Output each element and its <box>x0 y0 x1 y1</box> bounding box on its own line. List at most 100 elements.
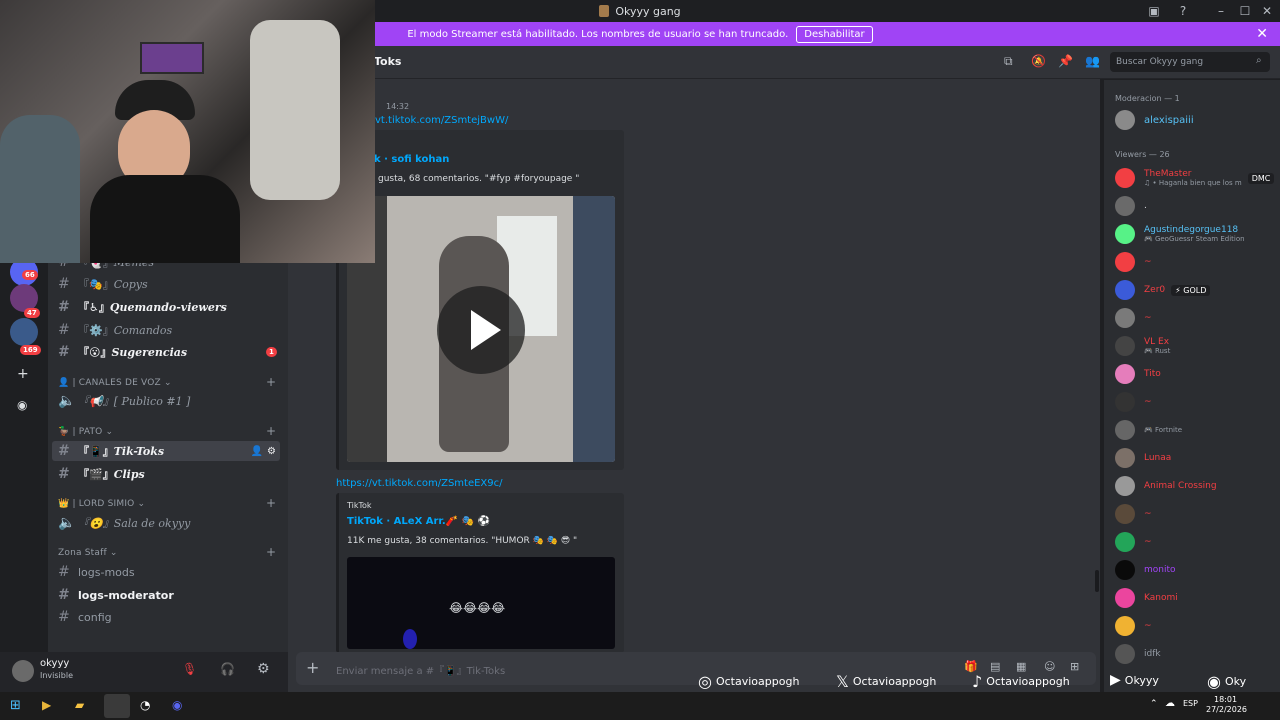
video-thumbnail[interactable] <box>347 196 615 462</box>
avatar[interactable] <box>1115 476 1135 496</box>
mute-bell-icon[interactable]: 🔕 <box>1031 54 1046 68</box>
channel-quemando-viewers[interactable]: # 『♿』 Quemando-viewers <box>58 297 227 317</box>
invite-icon[interactable]: 👤 <box>251 446 263 457</box>
minimize-button[interactable]: – <box>1212 2 1230 20</box>
file-explorer-icon[interactable]: ▰ <box>75 698 84 712</box>
member-row[interactable]: ~ <box>1115 305 1152 331</box>
help-icon[interactable]: ? <box>1174 2 1192 20</box>
clock-date[interactable]: 27/2/2026 <box>1206 705 1247 714</box>
member-row[interactable]: VL Ex 🎮 Rust <box>1115 333 1170 359</box>
gear-icon[interactable]: ⚙ <box>267 446 276 457</box>
threads-icon[interactable]: ⧉ <box>1004 54 1013 69</box>
apps-icon[interactable]: ⊞ <box>1070 660 1079 673</box>
avatar[interactable] <box>1115 196 1135 216</box>
members-list-icon[interactable]: 👥 <box>1085 54 1100 68</box>
member-row[interactable]: Tito <box>1115 361 1161 387</box>
play-button[interactable] <box>437 286 525 374</box>
tray-chevron-icon[interactable]: ⌃ <box>1150 699 1158 709</box>
avatar[interactable] <box>1115 308 1135 328</box>
channel-logs-mods[interactable]: # logs-mods <box>58 562 135 582</box>
avatar[interactable] <box>1115 336 1135 356</box>
app-icon[interactable]: ◔ <box>140 698 150 712</box>
close-banner-icon[interactable]: ✕ <box>1256 26 1268 42</box>
language-indicator[interactable]: ESP <box>1183 699 1198 708</box>
avatar[interactable] <box>12 660 34 682</box>
channel-config[interactable]: # config <box>58 607 112 627</box>
avatar[interactable] <box>1115 532 1135 552</box>
voice-channel-sala[interactable]: 🔈 『😮』Sala de okyyy <box>58 513 190 533</box>
category-voz[interactable]: 👤 | CANALES DE VOZ ⌄ <box>58 378 172 388</box>
add-channel-icon[interactable]: + <box>266 545 276 559</box>
member-row[interactable]: ~ <box>1115 249 1152 275</box>
avatar[interactable] <box>1115 644 1135 664</box>
add-channel-icon[interactable]: + <box>266 424 276 438</box>
member-row[interactable]: . <box>1115 193 1147 219</box>
maximize-button[interactable]: ☐ <box>1236 2 1254 20</box>
avatar[interactable] <box>1115 280 1135 300</box>
chrome-icon[interactable] <box>104 694 130 718</box>
embed-author[interactable]: k · sofi kohan <box>374 154 449 165</box>
avatar[interactable] <box>1115 560 1135 580</box>
settings-gear-icon[interactable]: ⚙ <box>257 661 270 677</box>
avatar[interactable] <box>1115 420 1135 440</box>
wall-painting <box>140 42 204 74</box>
network-icon[interactable]: ☁ <box>1165 698 1175 709</box>
channel-tik-toks[interactable]: # 『📱』 Tik-Toks 👤 ⚙ <box>52 441 280 461</box>
search-input[interactable]: Buscar Okyyy gang ⌕ <box>1110 52 1270 72</box>
server-icon[interactable] <box>10 318 38 346</box>
voice-channel-publico[interactable]: 🔈 『📢』[ Publico #1 ] <box>58 391 190 411</box>
discord-icon[interactable]: ◉ <box>172 698 182 712</box>
inbox-icon[interactable]: ▣ <box>1145 2 1163 20</box>
member-row[interactable]: Lunaa <box>1115 445 1171 471</box>
mic-muted-icon[interactable]: 🎙 <box>182 662 197 676</box>
member-row[interactable]: Animal Crossing <box>1115 473 1217 499</box>
embed-author[interactable]: TikTok · ALeX Arr.🧨 🎭 ⚽ <box>347 516 490 527</box>
avatar[interactable] <box>1115 588 1135 608</box>
category-staff[interactable]: Zona Staff ⌄ <box>58 548 118 558</box>
member-row[interactable]: Kanomi <box>1115 585 1178 611</box>
channel-logs-moderator[interactable]: # logs-moderator <box>58 585 174 605</box>
channel-comandos[interactable]: # 『⚙️』 Comandos <box>58 320 172 340</box>
avatar[interactable] <box>1115 252 1135 272</box>
attach-plus-icon[interactable]: + <box>306 658 319 677</box>
discover-icon[interactable]: ◉ <box>17 398 27 412</box>
member-row[interactable]: Zer0 ⚡ GOLD <box>1115 277 1211 303</box>
headphones-icon[interactable]: 🎧 <box>220 662 235 676</box>
member-name[interactable]: alexispaiii <box>1144 115 1194 126</box>
disable-streamer-button[interactable]: Deshabilitar <box>796 25 873 43</box>
avatar[interactable] <box>1115 110 1135 130</box>
avatar[interactable] <box>1115 392 1135 412</box>
close-window-button[interactable]: ✕ <box>1258 2 1276 20</box>
avatar[interactable] <box>1115 616 1135 636</box>
avatar[interactable] <box>1115 448 1135 468</box>
member-row[interactable]: 🎮 Fortnite <box>1115 417 1182 443</box>
avatar[interactable] <box>1115 168 1135 188</box>
video-thumbnail[interactable]: 😂😂😂😂 <box>347 557 615 649</box>
member-row[interactable]: ~ <box>1115 613 1152 639</box>
media-app-icon[interactable]: ▶ <box>42 698 51 712</box>
channel-clips[interactable]: # 『🎬』 Clips <box>58 464 145 484</box>
add-channel-icon[interactable]: + <box>266 496 276 510</box>
member-row[interactable]: idfk <box>1115 641 1161 667</box>
member-row[interactable]: TheMaster ♫ • Hagan​la bien que los m DMC <box>1115 165 1275 191</box>
category-pato[interactable]: 🦆 | PATO ⌄ <box>58 427 113 437</box>
add-channel-icon[interactable]: + <box>266 375 276 389</box>
scrollbar-thumb[interactable] <box>1095 570 1099 592</box>
member-row[interactable]: ~ <box>1115 529 1152 555</box>
message-link[interactable]: vt.tiktok.com/ZSmtejBwW/ <box>375 115 508 126</box>
member-row[interactable]: Agustindegorgue118 🎮 GeoGuessr Steam Edit… <box>1115 221 1245 247</box>
add-server-icon[interactable]: + <box>17 366 29 382</box>
message-link[interactable]: https://vt.tiktok.com/ZSmteEX9c/ <box>336 478 503 489</box>
clock-time[interactable]: 18:01 <box>1214 695 1237 704</box>
category-lord-simio[interactable]: 👑 | LORD SIMIO ⌄ <box>58 499 145 509</box>
member-row[interactable]: monito <box>1115 557 1176 583</box>
member-row[interactable]: ~ <box>1115 389 1152 415</box>
avatar[interactable] <box>1115 224 1135 244</box>
avatar[interactable] <box>1115 364 1135 384</box>
pin-icon[interactable]: 📌 <box>1058 54 1073 68</box>
channel-copys[interactable]: # 『🎭』 Copys <box>58 274 148 294</box>
avatar[interactable] <box>1115 504 1135 524</box>
windows-start-icon[interactable]: ⊞ <box>10 698 21 713</box>
member-row[interactable]: ~ <box>1115 501 1152 527</box>
channel-sugerencias[interactable]: # 『😮』 Sugerencias <box>58 342 187 362</box>
